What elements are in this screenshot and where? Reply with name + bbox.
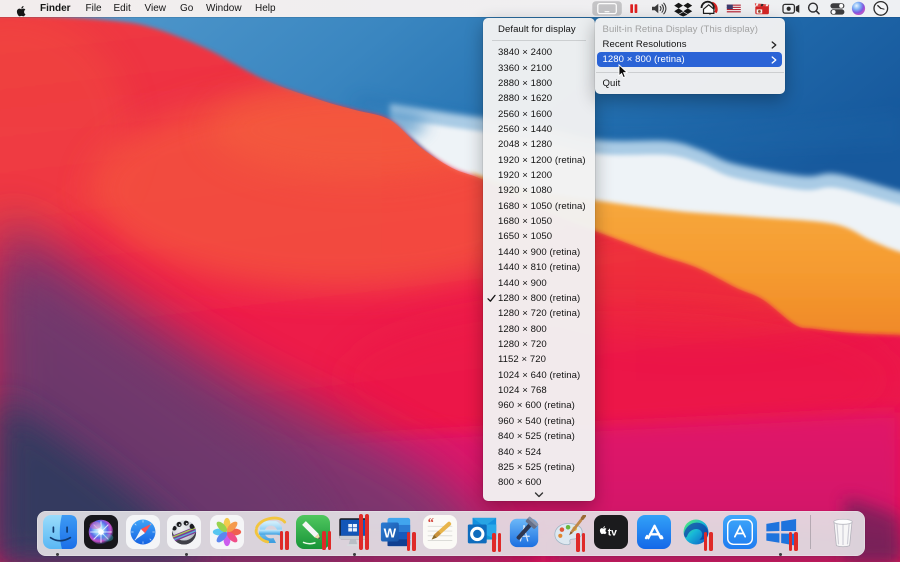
svg-text:tv: tv	[607, 527, 616, 538]
svg-text:W: W	[384, 526, 397, 541]
svg-text:“: “	[427, 515, 433, 529]
